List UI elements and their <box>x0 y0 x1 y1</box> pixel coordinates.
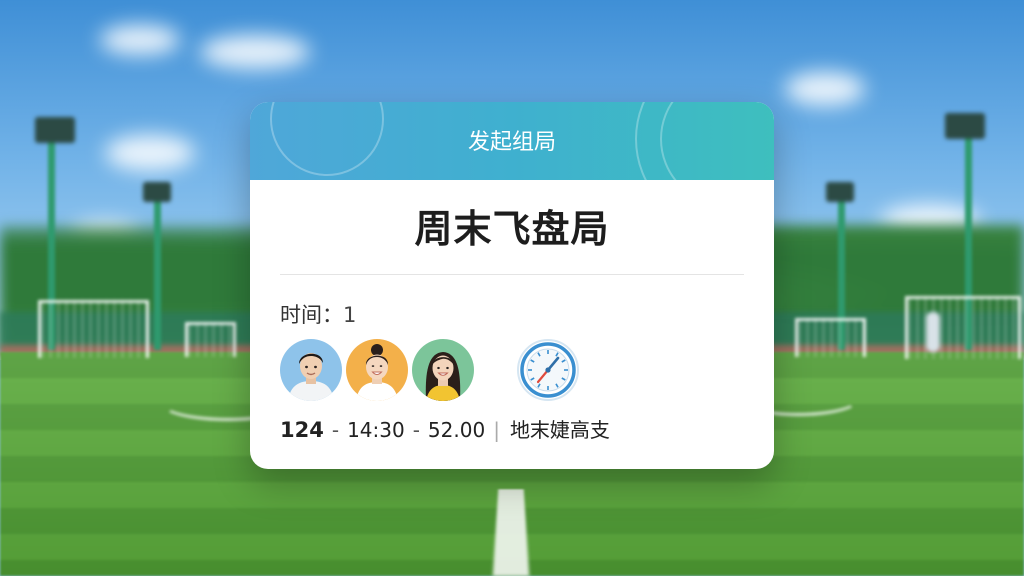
floodlight-pole <box>154 190 161 350</box>
cloud <box>785 72 865 106</box>
field-center-line <box>492 489 530 576</box>
goal-post <box>905 296 1021 359</box>
cloud <box>100 25 180 55</box>
goal-post <box>185 322 236 357</box>
event-title: 周末飞盘局 <box>414 207 610 251</box>
vertical-separator: | <box>493 418 500 442</box>
time-value[interactable]: 1 <box>343 303 356 327</box>
divider <box>280 274 744 275</box>
floodlight-lamp <box>826 182 854 202</box>
event-location[interactable]: 地末婕高支 <box>510 414 610 443</box>
header-title: 发起组局 <box>467 130 556 155</box>
card-header: 发起组局 <box>250 102 774 180</box>
avatar-woman-bun[interactable] <box>346 339 408 401</box>
dash-separator: - <box>412 418 420 442</box>
event-time: 14:30 <box>347 418 405 442</box>
time-label: 时间： <box>280 303 343 327</box>
goal-post <box>38 300 149 358</box>
avatar-man[interactable] <box>280 339 342 401</box>
time-row: 时间：1 <box>280 299 356 329</box>
clock-icon[interactable] <box>516 338 580 402</box>
event-info-row: 124-14:30-52.00 | 地末婕高支 <box>280 414 610 443</box>
cloud <box>200 35 310 69</box>
event-card[interactable]: 发起组局 周末飞盘局 时间：1 124 - 14:30 - 52.00 | 地末… <box>250 102 774 469</box>
price-decimal: .00 <box>453 418 486 442</box>
price: 52.00 <box>428 418 485 442</box>
avatar-woman-long-hair[interactable] <box>412 339 474 401</box>
cloud <box>105 135 195 171</box>
price-main: 52 <box>427 418 454 442</box>
floodlight-lamp <box>143 182 171 202</box>
floodlight-lamp <box>35 117 75 143</box>
background-player <box>926 312 940 352</box>
dash-separator: - <box>331 418 340 442</box>
floodlight-lamp <box>945 113 985 139</box>
participant-count: 124 <box>280 418 324 442</box>
goal-post <box>795 318 866 357</box>
